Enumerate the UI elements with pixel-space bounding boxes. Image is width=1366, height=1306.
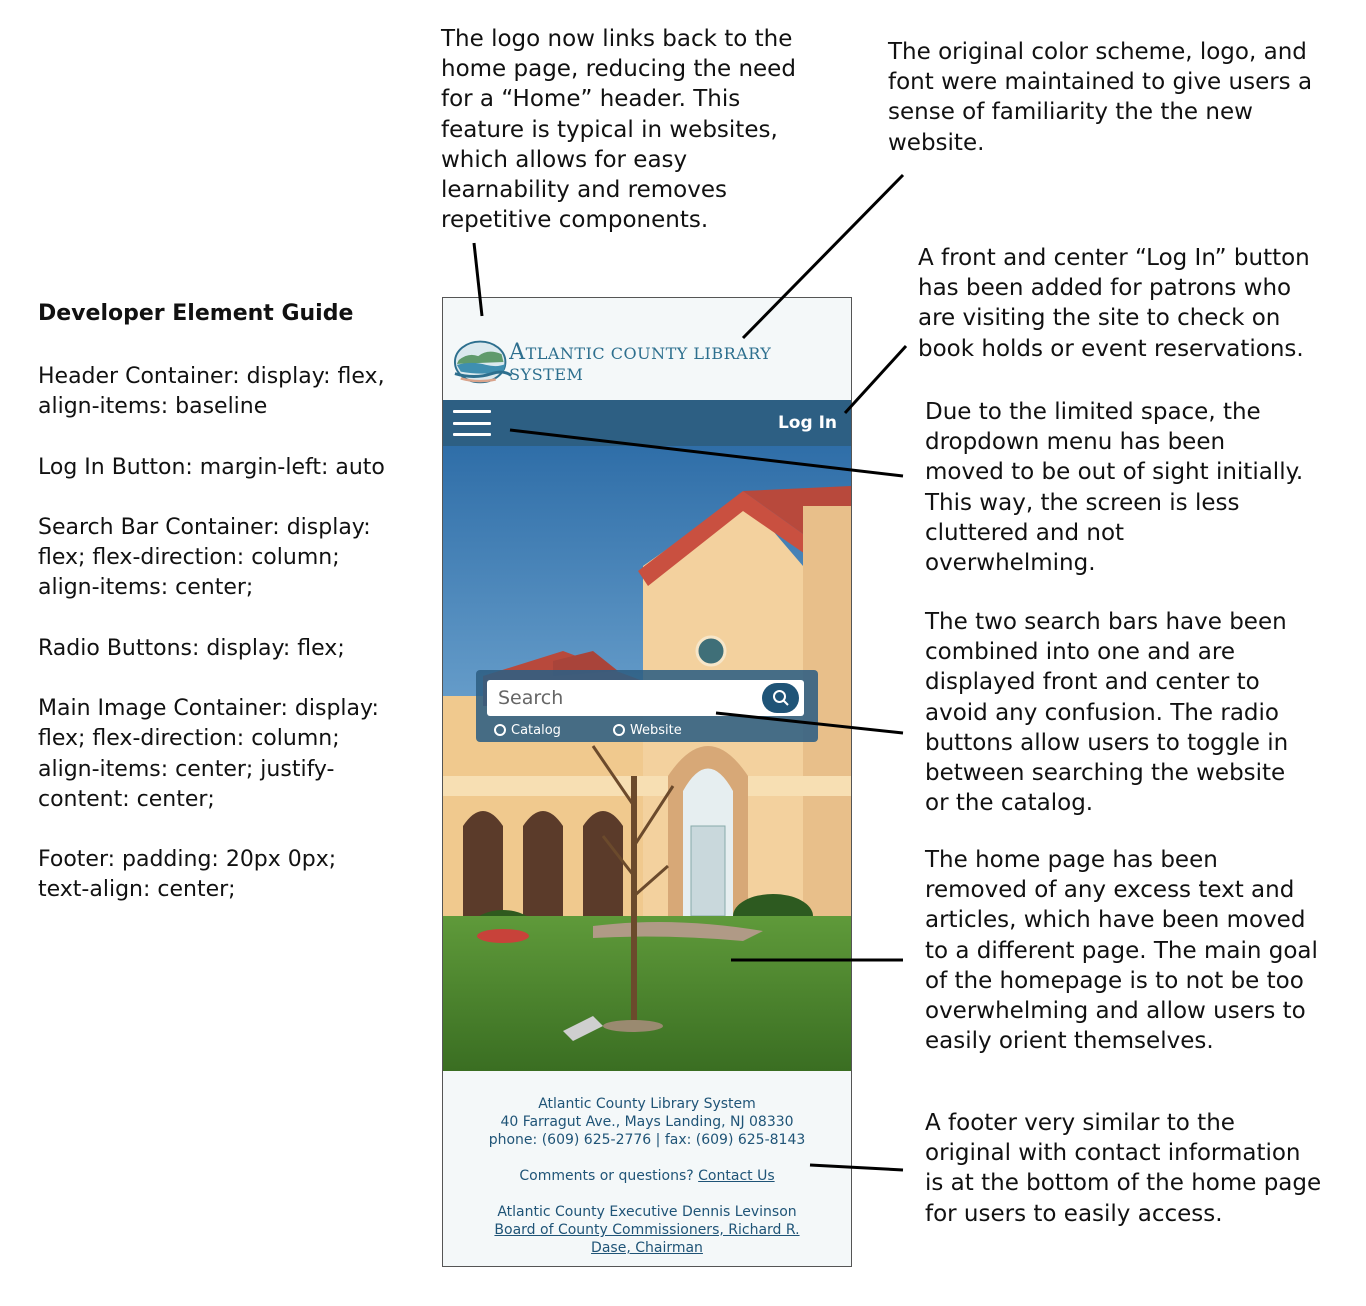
login-button[interactable]: Log In [778, 413, 837, 433]
footer: Atlantic County Library System 40 Farrag… [443, 1071, 851, 1266]
guide-item-footer: Footer: padding: 20px 0px; text-align: c… [38, 847, 337, 903]
footer-phone: phone: (609) 625-2776 | fax: (609) 625-8… [488, 1132, 806, 1148]
main-image-container: Catalog Website [443, 446, 851, 1071]
logo-icon [453, 340, 513, 384]
guide-item-login: Log In Button: margin-left: auto [38, 454, 385, 480]
radio-catalog[interactable]: Catalog [494, 721, 561, 739]
logo-annotation: The logo now links back to the home page… [441, 26, 796, 234]
footer-comments-prefix: Comments or questions? [519, 1168, 694, 1184]
logo-text: ATLANTIC COUNTY LIBRARY SYSTEM [509, 340, 841, 384]
footer-annotation: A footer very similar to the original wi… [925, 1110, 1322, 1227]
footer-address: 40 Farragut Ave., Mays Landing, NJ 08330 [500, 1114, 794, 1130]
guide-item-radio: Radio Buttons: display: flex; [38, 635, 345, 661]
search-field [487, 680, 804, 716]
search-annotation: The two search bars have been combined i… [925, 609, 1289, 817]
footer-comments: Comments or questions? Contact Us [443, 1167, 851, 1185]
login-annotation: A front and center “Log In” button has b… [918, 245, 1310, 362]
guide-item-search: Search Bar Container: display: flex; fle… [38, 514, 371, 601]
magnifier-icon [772, 690, 789, 706]
connector-login [843, 344, 908, 415]
guide-item-image: Main Image Container: display: flex; fle… [38, 696, 379, 812]
radio-website-label: Website [629, 722, 682, 738]
logo-link[interactable]: ATLANTIC COUNTY LIBRARY SYSTEM [453, 334, 841, 386]
guide-title: Developer Element Guide [38, 301, 354, 326]
home-annotation: The home page has been removed of any ex… [925, 847, 1318, 1055]
footer-executive: Atlantic County Executive Dennis Levinso… [497, 1204, 797, 1220]
search-input[interactable] [487, 680, 757, 716]
radio-website[interactable]: Website [612, 721, 682, 739]
search-icon[interactable] [762, 683, 799, 713]
search-bar-container: Catalog Website [476, 670, 818, 742]
header-container: ATLANTIC COUNTY LIBRARY SYSTEM [443, 298, 851, 400]
radio-circle-icon [612, 724, 625, 736]
hamburger-icon[interactable] [453, 410, 491, 436]
logo-first-letter: A [509, 340, 526, 365]
footer-org-name: Atlantic County Library System [538, 1096, 756, 1112]
guide-item-header: Header Container: display: flex, align-i… [38, 364, 385, 420]
guide-list: Header Container: display: flex, align-i… [38, 362, 428, 936]
radio-catalog-label: Catalog [511, 722, 561, 738]
contact-us-link[interactable]: Contact Us [698, 1168, 774, 1184]
nav-bar: Log In [443, 400, 851, 446]
library-building-photo [443, 446, 851, 1071]
menu-annotation: Due to the limited space, the dropdown m… [925, 399, 1304, 577]
mobile-mockup: ATLANTIC COUNTY LIBRARY SYSTEM Log In Se… [442, 297, 852, 1267]
radio-circle-icon [494, 724, 506, 736]
logo-rest: TLANTIC COUNTY LIBRARY SYSTEM [509, 344, 772, 384]
color-scheme-annotation: The original color scheme, logo, and fon… [888, 39, 1313, 156]
radio-buttons: Catalog Website [494, 721, 814, 739]
board-link[interactable]: Board of County Commissioners, Richard R… [443, 1221, 851, 1257]
